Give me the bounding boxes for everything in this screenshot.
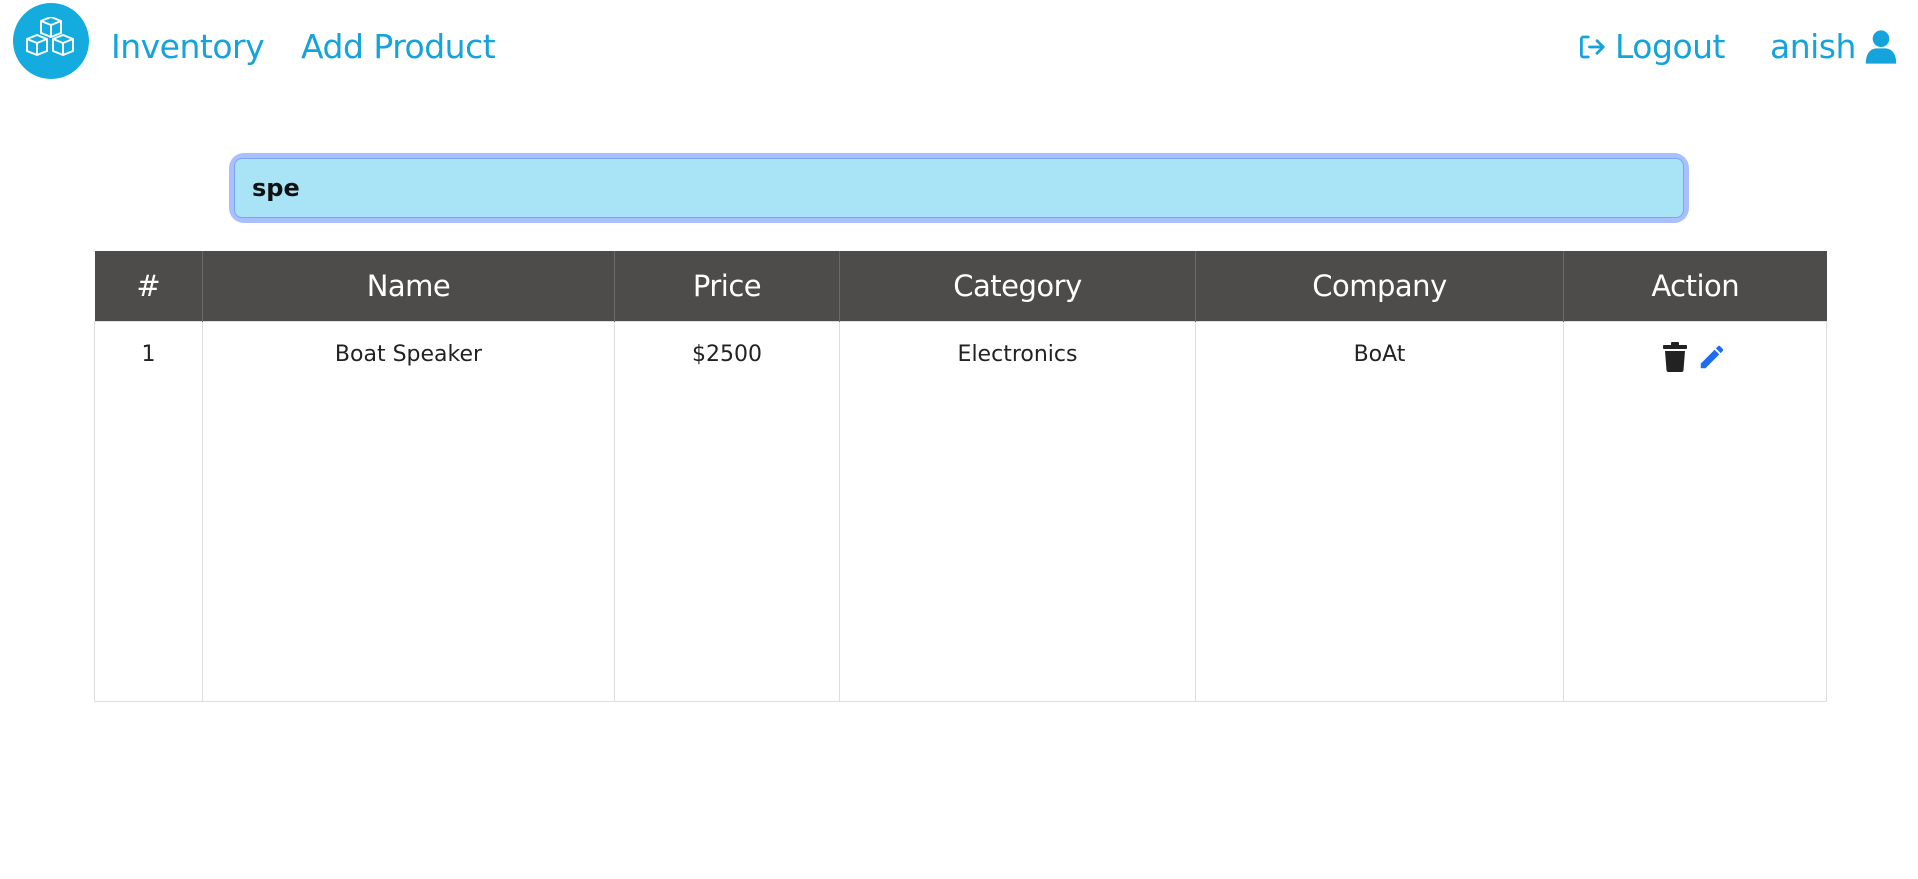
- trash-icon[interactable]: [1663, 342, 1687, 378]
- row-actions: [1663, 342, 1727, 378]
- cell-company: BoAt: [1195, 321, 1564, 702]
- logout-label: Logout: [1615, 27, 1726, 66]
- cell-category: Electronics: [839, 321, 1196, 702]
- search-input[interactable]: [234, 158, 1684, 218]
- user-icon: [1865, 30, 1897, 64]
- header-action: Action: [1563, 251, 1827, 322]
- cell-index: 1: [94, 321, 203, 702]
- cell-price: $2500: [614, 321, 840, 702]
- search-focus-ring: [234, 158, 1684, 218]
- user-name: anish: [1770, 27, 1856, 66]
- cell-name: Boat Speaker: [202, 321, 615, 702]
- nav-add-product-link[interactable]: Add Product: [301, 24, 496, 70]
- products-table: # Name Price Category Company Action 1 B…: [94, 251, 1827, 702]
- header-price: Price: [614, 251, 840, 322]
- cell-actions: [1563, 321, 1827, 702]
- user-menu[interactable]: anish: [1770, 24, 1898, 70]
- nav-inventory-link[interactable]: Inventory: [111, 24, 265, 70]
- products-table-container: # Name Price Category Company Action 1 B…: [94, 251, 1827, 702]
- header-category: Category: [839, 251, 1196, 322]
- logout-link[interactable]: Logout: [1577, 24, 1726, 70]
- logout-icon: [1580, 35, 1605, 59]
- header-name: Name: [202, 251, 615, 322]
- table-header-row: # Name Price Category Company Action: [94, 251, 1827, 322]
- pencil-icon[interactable]: [1697, 342, 1727, 378]
- navbar: Inventory Add Product Logout anish: [0, 0, 1918, 96]
- header-company: Company: [1195, 251, 1564, 322]
- header-index: #: [94, 251, 203, 322]
- table-row: 1 Boat Speaker $2500 Electronics BoAt: [94, 321, 1827, 702]
- cubes-icon[interactable]: [13, 3, 89, 79]
